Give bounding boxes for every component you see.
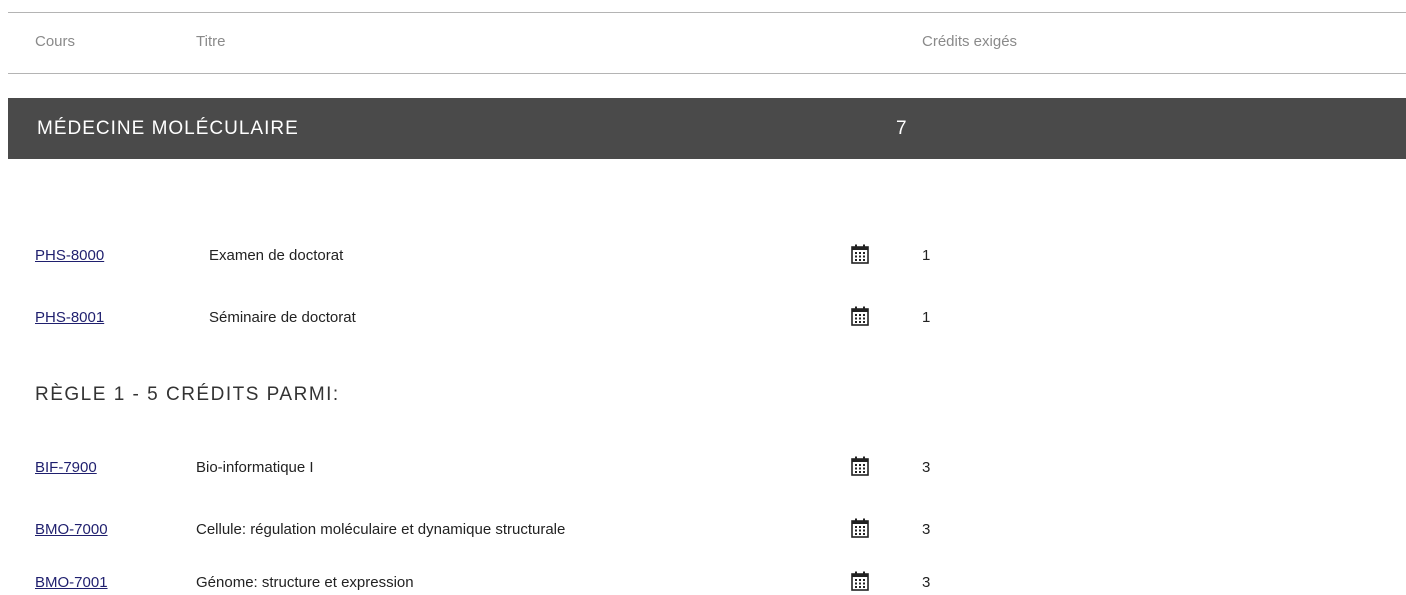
section-header-bar: MÉDECINE MOLÉCULAIRE 7 (8, 98, 1406, 159)
course-code-link[interactable]: PHS-8001 (35, 309, 104, 326)
section-credits: 7 (896, 118, 907, 139)
course-row: PHS-8000 Examen de doctorat 1 (0, 244, 1406, 268)
course-credits: 3 (922, 459, 931, 476)
course-title: Cellule: régulation moléculaire et dynam… (196, 521, 566, 538)
course-code-link[interactable]: BIF-7900 (35, 459, 97, 476)
calendar-icon[interactable] (851, 306, 869, 326)
calendar-icon[interactable] (851, 571, 869, 591)
course-code-link[interactable]: PHS-8000 (35, 247, 104, 264)
column-header-credits: Crédits exigés (922, 33, 1018, 50)
course-title: Séminaire de doctorat (209, 309, 356, 326)
course-title: Examen de doctorat (209, 247, 344, 264)
calendar-icon[interactable] (851, 244, 869, 264)
course-row: BIF-7900 Bio-informatique I 3 (0, 456, 1406, 480)
course-code-link[interactable]: BMO-7000 (35, 521, 108, 538)
course-credits: 1 (922, 247, 931, 264)
course-credits: 3 (922, 521, 931, 538)
calendar-icon[interactable] (851, 518, 869, 538)
course-row: BMO-7000 Cellule: régulation moléculaire… (0, 518, 1406, 542)
course-credits: 1 (922, 309, 931, 326)
course-title: Génome: structure et expression (196, 574, 414, 591)
course-title: Bio-informatique I (196, 459, 314, 476)
course-row: BMO-7001 Génome: structure et expression… (0, 571, 1406, 595)
header-bottom-rule (8, 73, 1406, 74)
course-row: PHS-8001 Séminaire de doctorat 1 (0, 306, 1406, 330)
course-credits: 3 (922, 574, 931, 591)
rule-heading: RÈGLE 1 - 5 CRÉDITS PARMI: (35, 384, 340, 405)
top-rule (8, 12, 1406, 13)
column-header-course: Cours (35, 33, 76, 50)
calendar-icon[interactable] (851, 456, 869, 476)
section-title: MÉDECINE MOLÉCULAIRE (37, 118, 299, 139)
course-code-link[interactable]: BMO-7001 (35, 574, 108, 591)
column-header-title: Titre (196, 33, 226, 50)
